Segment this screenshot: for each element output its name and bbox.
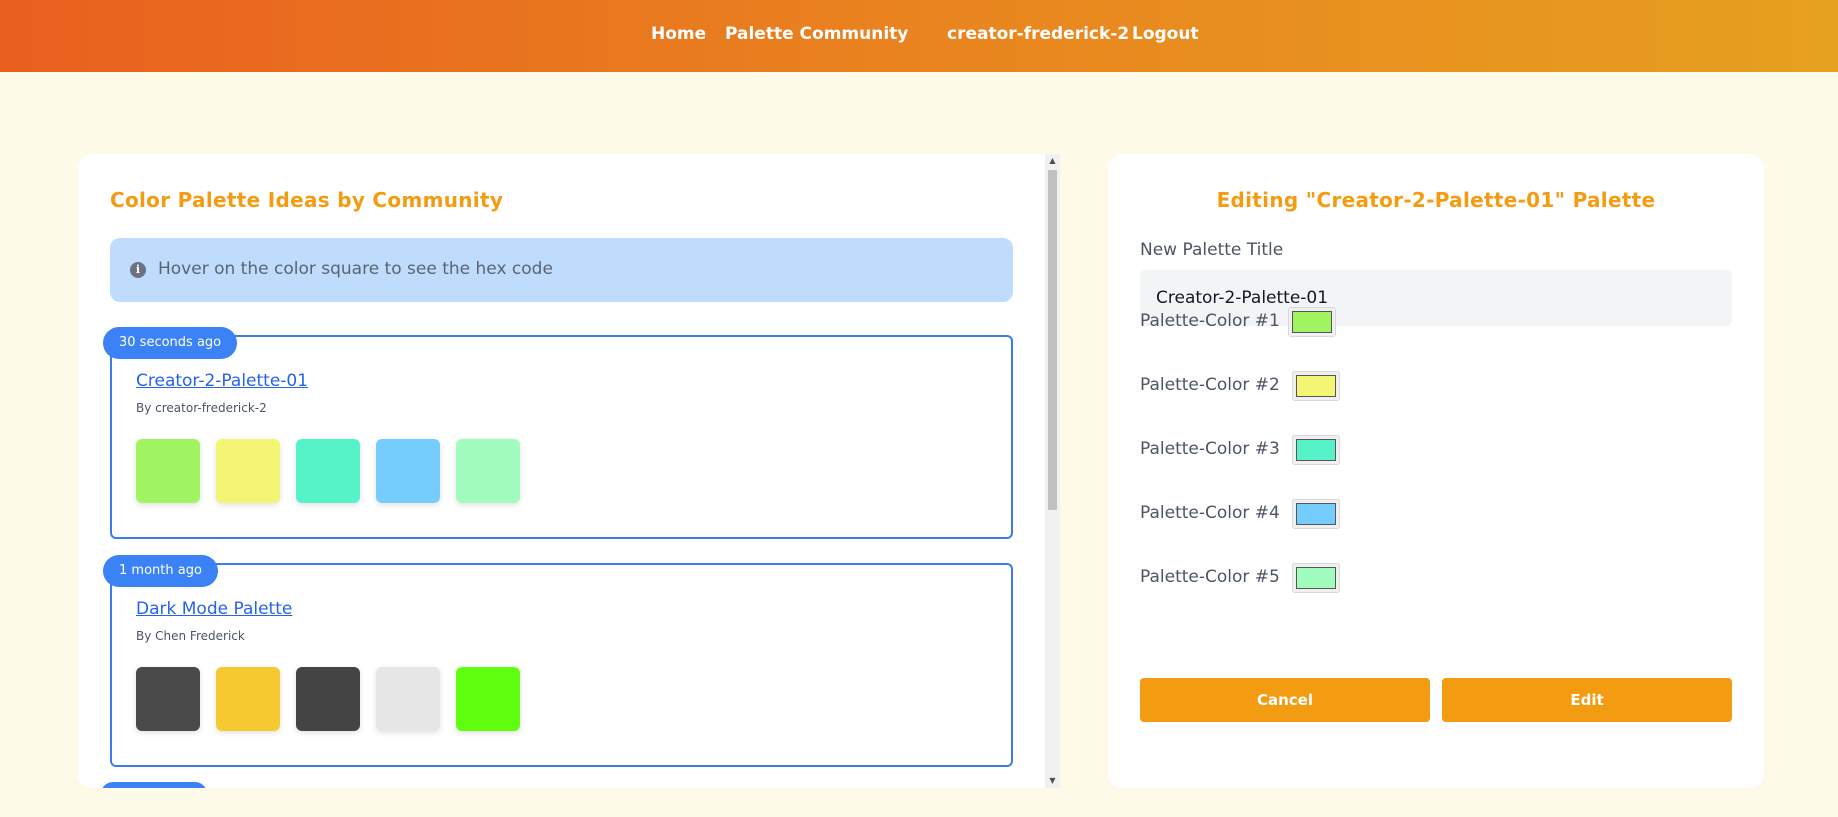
palette-author: By Chen Frederick — [136, 629, 245, 643]
palette-color-picker[interactable] — [1292, 371, 1340, 401]
color-picker-fill — [1296, 375, 1336, 397]
palette-color-picker[interactable] — [1292, 435, 1340, 465]
palette-title-label: New Palette Title — [1140, 240, 1284, 260]
palette-author: By creator-frederick-2 — [136, 401, 267, 415]
palette-time-badge: 30 seconds ago — [103, 327, 238, 359]
color-swatch[interactable] — [216, 439, 280, 503]
nav-palette-community-link[interactable]: Palette Community — [725, 24, 908, 44]
edit-button[interactable]: Edit — [1442, 678, 1732, 722]
palette-color-label: Palette-Color #5 — [1140, 567, 1280, 587]
color-swatch[interactable] — [296, 439, 360, 503]
color-picker-fill — [1296, 439, 1336, 461]
palette-color-picker[interactable] — [1292, 499, 1340, 529]
color-picker-fill — [1296, 503, 1336, 525]
color-picker-fill — [1292, 311, 1332, 333]
palette-color-label: Palette-Color #2 — [1140, 375, 1280, 395]
color-swatch[interactable] — [216, 667, 280, 731]
color-swatch[interactable] — [376, 667, 440, 731]
palette-title-link[interactable]: Creator-2-Palette-01 — [136, 371, 308, 391]
palette-card: 30 seconds ago Creator-2-Palette-01 By c… — [103, 327, 1013, 539]
color-swatch[interactable] — [456, 667, 520, 731]
palette-color-picker[interactable] — [1292, 563, 1340, 593]
top-navbar: Home Palette Community creator-frederick… — [0, 0, 1838, 72]
community-panel-scrollbar[interactable]: ▲ ▼ — [1045, 154, 1060, 788]
palette-time-badge: 1 month ago — [103, 555, 218, 587]
nav-logout-link[interactable]: Logout — [1132, 24, 1199, 44]
scroll-down-arrow-icon[interactable]: ▼ — [1045, 774, 1060, 788]
nav-home-link[interactable]: Home — [651, 24, 706, 44]
palette-time-badge-partial — [101, 782, 207, 788]
color-picker-fill — [1296, 567, 1336, 589]
cancel-button[interactable]: Cancel — [1140, 678, 1430, 722]
edit-panel-title: Editing "Creator-2-Palette-01" Palette — [1216, 188, 1656, 212]
palette-title-link[interactable]: Dark Mode Palette — [136, 599, 292, 619]
info-alert: i Hover on the color square to see the h… — [110, 238, 1013, 302]
scroll-up-arrow-icon[interactable]: ▲ — [1045, 154, 1060, 168]
color-swatch[interactable] — [456, 439, 520, 503]
community-palettes-panel: Color Palette Ideas by Community i Hover… — [78, 154, 1060, 788]
scrollbar-thumb[interactable] — [1048, 170, 1057, 510]
color-swatch[interactable] — [136, 439, 200, 503]
palette-color-label: Palette-Color #4 — [1140, 503, 1280, 523]
palette-color-label: Palette-Color #3 — [1140, 439, 1280, 459]
palette-color-picker[interactable] — [1288, 307, 1336, 337]
color-swatch[interactable] — [376, 439, 440, 503]
info-icon: i — [130, 262, 146, 278]
color-swatch[interactable] — [296, 667, 360, 731]
palette-card: 1 month ago Dark Mode Palette By Chen Fr… — [103, 555, 1013, 767]
info-alert-text: Hover on the color square to see the hex… — [158, 259, 553, 279]
color-swatch[interactable] — [136, 667, 200, 731]
community-panel-title: Color Palette Ideas by Community — [110, 188, 504, 212]
edit-palette-panel: Editing "Creator-2-Palette-01" Palette N… — [1108, 154, 1764, 788]
palette-color-label: Palette-Color #1 — [1140, 311, 1280, 331]
nav-user-link[interactable]: creator-frederick-2 — [947, 24, 1129, 44]
